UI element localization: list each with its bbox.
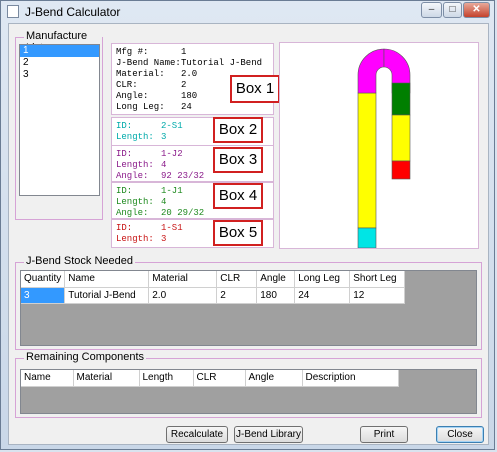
grid-header-row: Name Material Length CLR Angle Descripti… [21, 370, 399, 387]
info-key: Material: [116, 69, 165, 79]
table-cell[interactable]: 180 [256, 287, 296, 304]
list-item[interactable]: 1 [20, 45, 99, 57]
manufacture-listbox[interactable]: 1 2 3 [19, 44, 100, 196]
column-header[interactable]: Material [148, 271, 218, 288]
bend-segment-left [357, 48, 385, 94]
table-cell[interactable]: 3 [21, 287, 66, 304]
component-value: 1-S1 [161, 223, 183, 233]
component-value: 1-J2 [161, 149, 183, 159]
column-header[interactable]: CLR [193, 370, 246, 387]
box-4-annotation: Box 4 [213, 183, 263, 209]
component-value: 1-J1 [161, 186, 183, 196]
info-value: 180 [181, 91, 198, 101]
component-value: 3 [161, 132, 167, 142]
red-segment [391, 160, 411, 180]
component-key: Angle: [116, 171, 149, 181]
jbend-preview [279, 42, 479, 249]
info-key: J-Bend Name: [116, 58, 181, 68]
grid-header-row: Quantity Name Material CLR Angle Long Le… [21, 271, 406, 288]
component-key: ID: [116, 149, 133, 159]
component-key: ID: [116, 186, 133, 196]
column-header[interactable]: Angle [245, 370, 303, 387]
box-5-annotation: Box 5 [213, 220, 263, 246]
component-key: Angle: [116, 208, 149, 218]
table-cell[interactable]: 2 [216, 287, 258, 304]
column-header[interactable]: Long Leg [294, 271, 351, 288]
main-window: J-Bend Calculator – □ ✕ Manufacture List… [0, 0, 495, 450]
info-key: Mfg #: [116, 47, 149, 57]
stock-grid[interactable]: Quantity Name Material CLR Angle Long Le… [20, 270, 477, 346]
minimize-button[interactable]: – [421, 2, 442, 18]
remaining-grid[interactable]: Name Material Length CLR Angle Descripti… [20, 369, 477, 414]
table-row[interactable]: 3 Tutorial J-Bend 2.0 2 180 24 12 [21, 287, 406, 304]
column-header[interactable]: Angle [256, 271, 296, 288]
component-key: Length: [116, 234, 154, 244]
column-header[interactable]: Quantity [21, 271, 66, 288]
column-header[interactable]: Length [139, 370, 194, 387]
jbend-library-button[interactable]: J-Bend Library [234, 426, 303, 443]
remaining-label: Remaining Components [24, 351, 147, 363]
box-2-annotation: Box 2 [213, 117, 263, 143]
component-key: Length: [116, 160, 154, 170]
long-leg-segment [357, 92, 377, 229]
list-item[interactable]: 2 [20, 57, 99, 69]
stock-label: J-Bend Stock Needed [24, 255, 136, 267]
component-value: 4 [161, 197, 167, 207]
component-value: 20 29/32 [161, 208, 205, 218]
print-button[interactable]: Print [360, 426, 408, 443]
table-cell[interactable]: Tutorial J-Bend [64, 287, 150, 304]
table-cell[interactable]: 2.0 [148, 287, 218, 304]
maximize-button[interactable]: □ [443, 2, 462, 18]
info-value: 1 [181, 47, 187, 57]
box-1-annotation: Box 1 [230, 75, 280, 103]
app-icon [7, 5, 19, 18]
column-header[interactable]: CLR [216, 271, 258, 288]
jbend-drawing [357, 48, 411, 249]
table-cell[interactable]: 12 [349, 287, 406, 304]
info-row: J-Bend Name: Tutorial J-Bend [116, 58, 269, 69]
info-key: Angle: [116, 91, 149, 101]
window-title: J-Bend Calculator [25, 5, 121, 19]
close-window-button[interactable]: ✕ [463, 2, 490, 18]
short-leg-segment [391, 114, 411, 162]
info-value: 24 [181, 102, 192, 112]
info-key: Long Leg: [116, 102, 165, 112]
column-header[interactable]: Material [73, 370, 140, 387]
component-value: 4 [161, 160, 167, 170]
column-header[interactable]: Description [302, 370, 399, 387]
component-value: 92 23/32 [161, 171, 205, 181]
info-row: Mfg #: 1 [116, 47, 269, 58]
component-value: 3 [161, 234, 167, 244]
column-header[interactable]: Short Leg [349, 271, 406, 288]
component-row: Angle: 20 29/32 [116, 208, 269, 219]
green-segment [391, 82, 411, 116]
title-bar[interactable]: J-Bend Calculator – □ ✕ [1, 1, 494, 23]
table-cell[interactable]: 24 [294, 287, 351, 304]
client-area: Manufacture List 1 2 3 Mfg #:1 J-Bend Na… [8, 23, 489, 445]
component-key: ID: [116, 223, 133, 233]
info-value: Tutorial J-Bend [181, 58, 263, 68]
column-header[interactable]: Name [64, 271, 150, 288]
info-row: Long Leg: 24 [116, 102, 269, 113]
recalculate-button[interactable]: Recalculate [166, 426, 228, 443]
info-key: CLR: [116, 80, 138, 90]
list-item[interactable]: 3 [20, 69, 99, 81]
box-3-annotation: Box 3 [213, 147, 263, 173]
info-value: 2.0 [181, 69, 198, 79]
info-value: 2 [181, 80, 187, 90]
component-value: 2-S1 [161, 121, 183, 131]
close-button[interactable]: Close [436, 426, 484, 443]
component-key: Length: [116, 132, 154, 142]
short-segment-cyan [357, 227, 377, 249]
component-key: ID: [116, 121, 133, 131]
component-key: Length: [116, 197, 154, 207]
column-header[interactable]: Name [21, 370, 74, 387]
